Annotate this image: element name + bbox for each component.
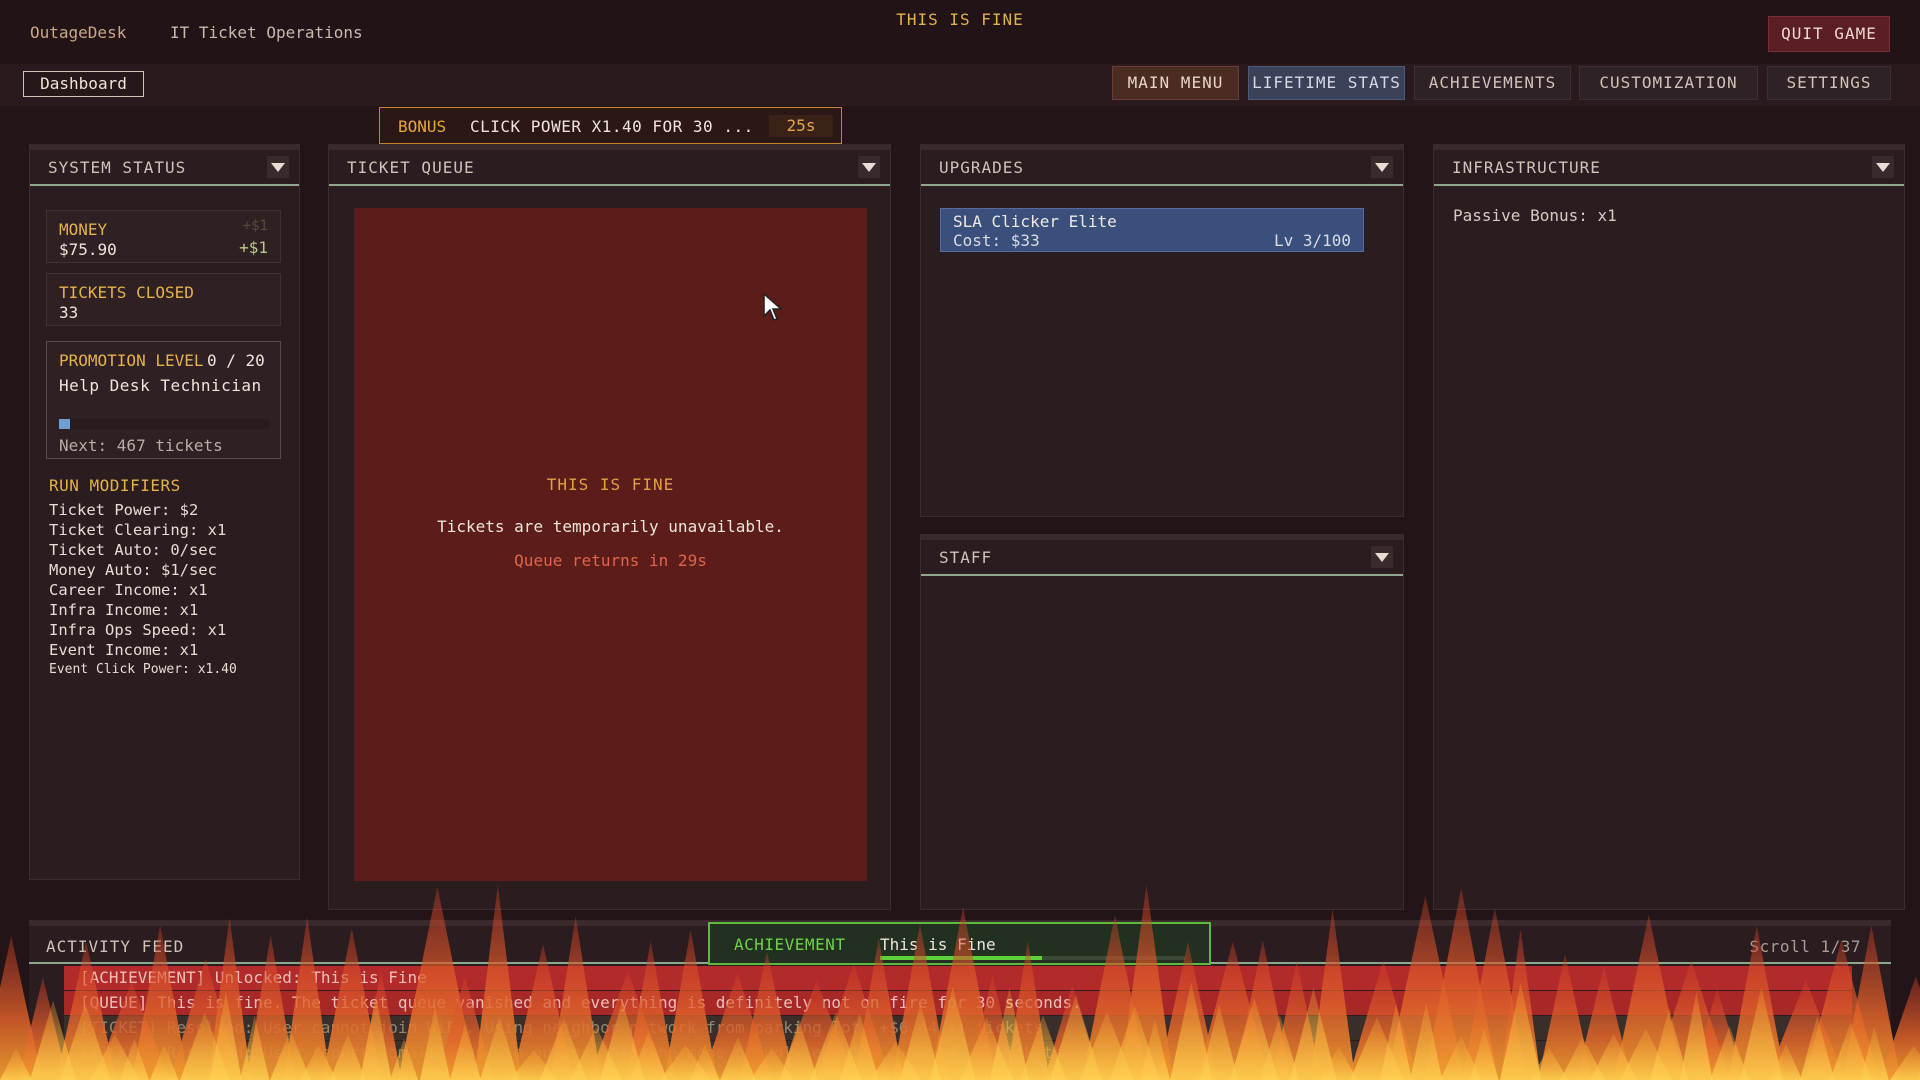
customization-button[interactable]: CUSTOMIZATION bbox=[1579, 66, 1758, 100]
promotion-label: PROMOTION LEVEL bbox=[59, 351, 204, 370]
achievements-button[interactable]: ACHIEVEMENTS bbox=[1414, 66, 1571, 100]
panel-title: STAFF bbox=[939, 548, 993, 567]
modifier-item: Money Auto: $1/sec bbox=[49, 561, 217, 579]
bonus-label: BONUS bbox=[398, 117, 447, 136]
achievement-name: This is Fine bbox=[880, 935, 996, 954]
tickets-closed-label: TICKETS CLOSED bbox=[59, 283, 194, 302]
modifier-item: Ticket Power: $2 bbox=[49, 501, 199, 519]
promotion-count: 0 / 20 bbox=[207, 351, 265, 370]
ticket-queue-panel: TICKET QUEUE THIS IS FINE Tickets are te… bbox=[328, 144, 891, 910]
feed-row: [ACHIEVEMENT] Unlocked: This is Fine bbox=[64, 966, 1852, 990]
infrastructure-panel: INFRASTRUCTURE Passive Bonus: x1 bbox=[1433, 144, 1905, 910]
staff-panel: STAFF bbox=[920, 534, 1404, 910]
money-card: MONEY $75.90 +$1 +$1 bbox=[46, 210, 281, 263]
feed-row: [TICKET] Resolved: User cannot join WiFi… bbox=[64, 1016, 1852, 1040]
modifier-item: Ticket Clearing: x1 bbox=[49, 521, 227, 539]
promotion-progress-bar bbox=[59, 419, 269, 429]
modifier-item: Event Income: x1 bbox=[49, 641, 199, 659]
main-menu-button[interactable]: MAIN MENU bbox=[1112, 66, 1239, 100]
upgrade-cost: Cost: $33 bbox=[953, 231, 1040, 250]
system-status-header: SYSTEM STATUS bbox=[30, 150, 299, 186]
run-modifiers-list: Ticket Power: $2 Ticket Clearing: x1 Tic… bbox=[49, 500, 289, 680]
feed-row: [TICKET] Resolved: User reports email st… bbox=[64, 1041, 1852, 1065]
panel-title: UPGRADES bbox=[939, 158, 1025, 177]
quit-game-button[interactable]: QUIT GAME bbox=[1768, 16, 1890, 52]
promotion-progress-fill bbox=[59, 419, 70, 429]
money-value: $75.90 bbox=[59, 240, 117, 259]
modifier-item: Infra Ops Speed: x1 bbox=[49, 621, 227, 639]
queue-message: Tickets are temporarily unavailable. bbox=[437, 517, 784, 536]
queue-event-title: THIS IS FINE bbox=[546, 475, 675, 494]
upgrades-panel: UPGRADES SLA Clicker Elite Cost: $33 Lv … bbox=[920, 144, 1404, 517]
lifetime-stats-button[interactable]: LIFETIME STATS bbox=[1248, 66, 1405, 100]
modifier-item: Infra Income: x1 bbox=[49, 601, 199, 619]
chevron-down-icon[interactable] bbox=[1371, 156, 1393, 178]
promotion-title: Help Desk Technician bbox=[59, 376, 262, 395]
achievement-progress-track bbox=[880, 956, 1185, 960]
promotion-next: Next: 467 tickets bbox=[59, 436, 223, 455]
money-label: MONEY bbox=[59, 220, 108, 239]
achievement-label: ACHIEVEMENT bbox=[734, 935, 846, 954]
chevron-down-icon[interactable] bbox=[858, 156, 880, 178]
achievement-toast: ACHIEVEMENT This is Fine bbox=[708, 922, 1211, 965]
event-title: THIS IS FINE bbox=[896, 10, 1024, 29]
chevron-down-icon[interactable] bbox=[1872, 156, 1894, 178]
bonus-text: CLICK POWER X1.40 FOR 30 ... bbox=[470, 117, 754, 136]
feed-scroll-indicator: Scroll 1/37 bbox=[1749, 937, 1861, 956]
panel-title: SYSTEM STATUS bbox=[48, 158, 187, 177]
dashboard-tab[interactable]: Dashboard bbox=[23, 71, 144, 97]
tickets-closed-card: TICKETS CLOSED 33 bbox=[46, 273, 281, 326]
upgrades-header: UPGRADES bbox=[921, 150, 1403, 186]
modifier-item: Ticket Auto: 0/sec bbox=[49, 541, 217, 559]
upgrade-name: SLA Clicker Elite bbox=[953, 212, 1117, 231]
modifier-item: Career Income: x1 bbox=[49, 581, 208, 599]
panel-title: INFRASTRUCTURE bbox=[1452, 158, 1601, 177]
money-delta: +$1 bbox=[239, 238, 268, 257]
system-status-panel: SYSTEM STATUS MONEY $75.90 +$1 +$1 TICKE… bbox=[29, 144, 300, 880]
upgrade-level: Lv 3/100 bbox=[1273, 231, 1351, 250]
activity-feed-title: ACTIVITY FEED bbox=[46, 937, 185, 956]
chevron-down-icon[interactable] bbox=[267, 156, 289, 178]
bonus-timer: 25s bbox=[769, 115, 833, 137]
achievement-progress-fill bbox=[880, 956, 1042, 960]
queue-return-timer: Queue returns in 29s bbox=[514, 551, 707, 570]
infrastructure-header: INFRASTRUCTURE bbox=[1434, 150, 1904, 186]
mouse-cursor-icon bbox=[763, 292, 783, 321]
panel-title: TICKET QUEUE bbox=[347, 158, 475, 177]
chevron-down-icon[interactable] bbox=[1371, 546, 1393, 568]
bonus-banner: BONUS CLICK POWER X1.40 FOR 30 ... 25s bbox=[379, 107, 842, 144]
run-modifiers-heading: RUN MODIFIERS bbox=[49, 476, 181, 495]
feed-row: [QUEUE] This is fine. The ticket queue v… bbox=[64, 991, 1852, 1015]
upgrade-item[interactable]: SLA Clicker Elite Cost: $33 Lv 3/100 bbox=[940, 208, 1364, 252]
staff-header: STAFF bbox=[921, 540, 1403, 576]
ticket-queue-area[interactable]: THIS IS FINE Tickets are temporarily una… bbox=[354, 208, 867, 881]
money-ghost-delta: +$1 bbox=[242, 218, 268, 234]
settings-button[interactable]: SETTINGS bbox=[1767, 66, 1891, 100]
passive-bonus: Passive Bonus: x1 bbox=[1453, 206, 1617, 225]
ticket-queue-header: TICKET QUEUE bbox=[329, 150, 890, 186]
tickets-closed-value: 33 bbox=[59, 303, 79, 322]
modifier-item-event-click: Event Click Power: x1.40 bbox=[49, 662, 237, 677]
promotion-card: PROMOTION LEVEL 0 / 20 Help Desk Technic… bbox=[46, 341, 281, 459]
